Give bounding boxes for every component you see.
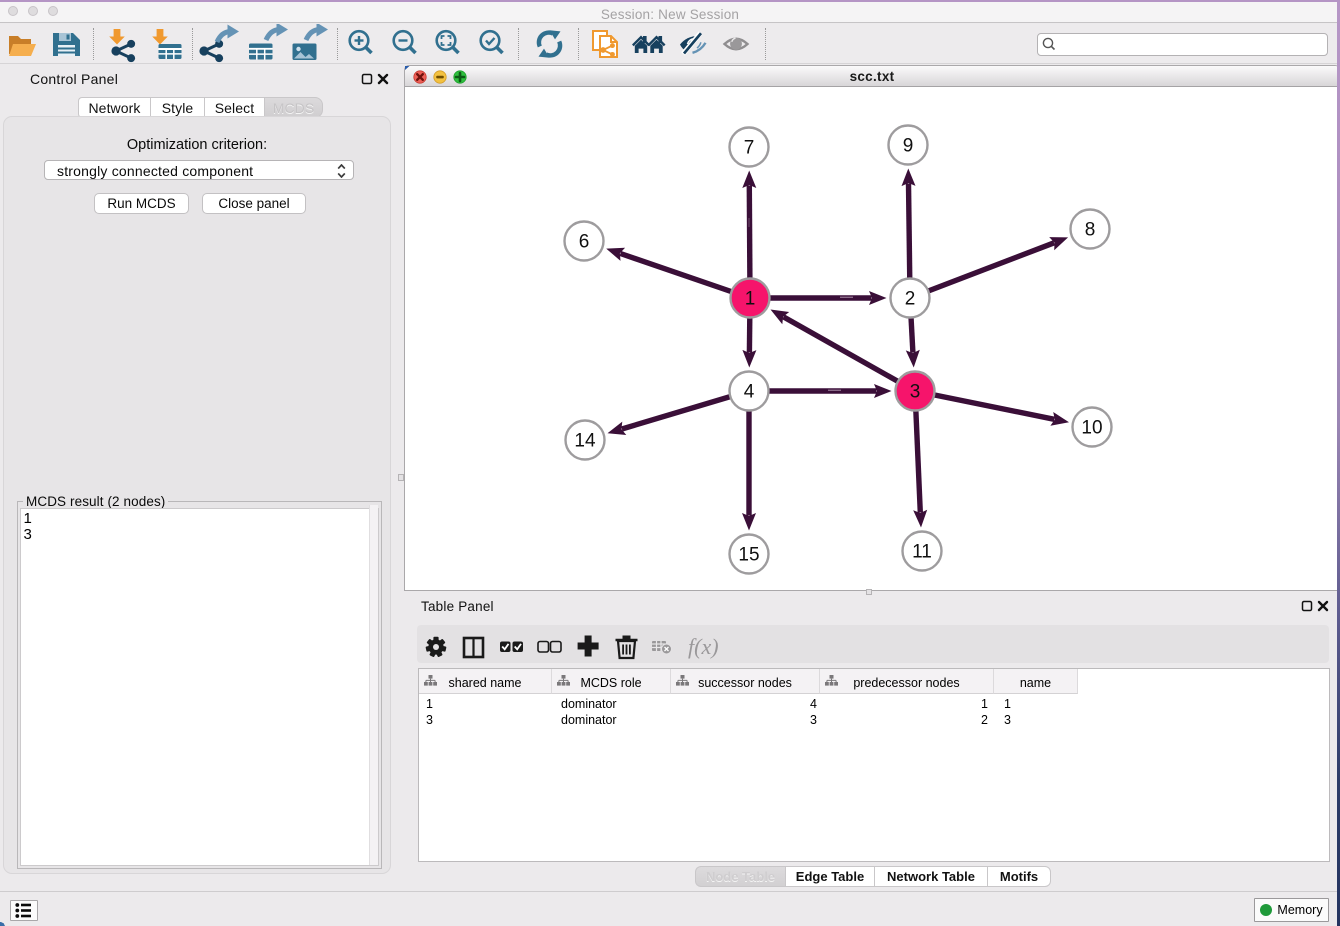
svg-text:14: 14: [574, 431, 596, 452]
svg-text:15: 15: [738, 545, 759, 566]
svg-text:10: 10: [1081, 418, 1102, 439]
svg-text:3: 3: [910, 382, 921, 403]
svg-text:1: 1: [745, 289, 756, 310]
svg-text:6: 6: [579, 232, 590, 253]
svg-text:9: 9: [903, 136, 914, 157]
svg-text:8: 8: [1085, 220, 1096, 241]
svg-text:4: 4: [744, 382, 755, 403]
svg-text:7: 7: [744, 138, 755, 159]
svg-text:f(x): f(x): [688, 634, 719, 659]
svg-text:2: 2: [905, 289, 916, 310]
svg-text:11: 11: [912, 542, 932, 563]
